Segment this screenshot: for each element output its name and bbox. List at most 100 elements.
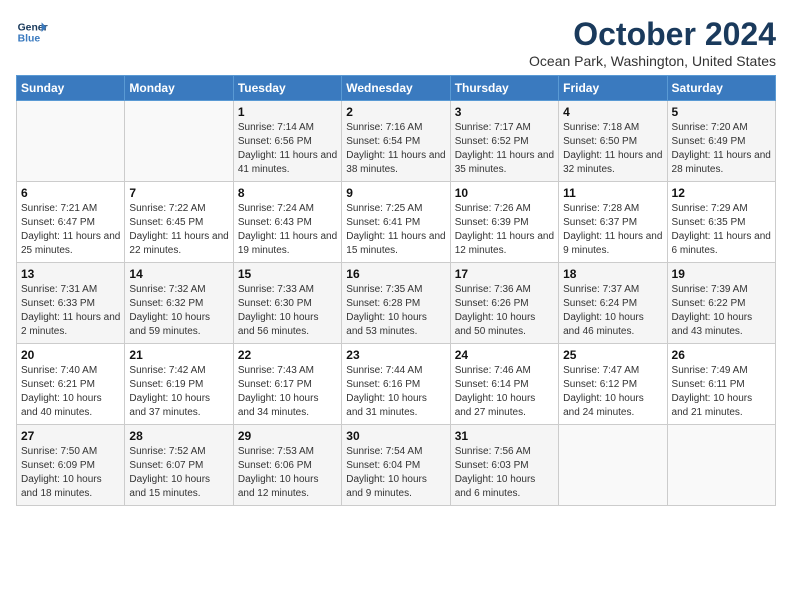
day-info: Sunrise: 7:21 AM Sunset: 6:47 PM Dayligh…: [21, 202, 120, 258]
weekday-header: Saturday: [667, 76, 775, 101]
calendar-cell: 22Sunrise: 7:43 AM Sunset: 6:17 PM Dayli…: [233, 344, 341, 425]
day-info: Sunrise: 7:20 AM Sunset: 6:49 PM Dayligh…: [672, 121, 771, 177]
logo-icon: General Blue: [16, 16, 48, 48]
day-info: Sunrise: 7:24 AM Sunset: 6:43 PM Dayligh…: [238, 202, 337, 258]
day-number: 30: [346, 429, 445, 443]
day-number: 25: [563, 348, 662, 362]
day-number: 24: [455, 348, 554, 362]
calendar-cell: 26Sunrise: 7:49 AM Sunset: 6:11 PM Dayli…: [667, 344, 775, 425]
day-number: 6: [21, 186, 120, 200]
weekday-header: Tuesday: [233, 76, 341, 101]
calendar-cell: 3 Sunrise: 7:17 AM Sunset: 6:52 PM Daylig…: [450, 101, 558, 182]
day-number: 23: [346, 348, 445, 362]
logo: General Blue: [16, 16, 48, 48]
calendar-cell: [559, 425, 667, 506]
day-number: 5: [672, 105, 771, 119]
day-number: 31: [455, 429, 554, 443]
day-info: Sunrise: 7:36 AM Sunset: 6:26 PM Dayligh…: [455, 283, 554, 339]
calendar-cell: 24 Sunrise: 7:46 AM Sunset: 6:14 PM Dayli…: [450, 344, 558, 425]
day-number: 9: [346, 186, 445, 200]
day-info: Sunrise: 7:16 AM Sunset: 6:54 PM Dayligh…: [346, 121, 445, 177]
day-info: Sunrise: 7:50 AM Sunset: 6:09 PM Dayligh…: [21, 445, 120, 501]
day-info: Sunrise: 7:44 AM Sunset: 6:16 PM Dayligh…: [346, 364, 445, 420]
weekday-header-row: SundayMondayTuesdayWednesdayThursdayFrid…: [17, 76, 776, 101]
calendar-table: SundayMondayTuesdayWednesdayThursdayFrid…: [16, 75, 776, 506]
calendar-cell: [125, 101, 233, 182]
day-info: Sunrise: 7:42 AM Sunset: 6:19 PM Dayligh…: [129, 364, 228, 420]
calendar-cell: 4 Sunrise: 7:18 AM Sunset: 6:50 PM Daylig…: [559, 101, 667, 182]
weekday-header: Wednesday: [342, 76, 450, 101]
svg-text:Blue: Blue: [18, 34, 41, 45]
calendar-week-row: 20 Sunrise: 7:40 AM Sunset: 6:21 PM Dayli…: [17, 344, 776, 425]
day-number: 21: [129, 348, 228, 362]
day-info: Sunrise: 7:40 AM Sunset: 6:21 PM Dayligh…: [21, 364, 120, 420]
day-number: 3: [455, 105, 554, 119]
page-header: General Blue October 2024 Ocean Park, Wa…: [16, 16, 776, 69]
day-number: 28: [129, 429, 228, 443]
day-info: Sunrise: 7:37 AM Sunset: 6:24 PM Dayligh…: [563, 283, 662, 339]
calendar-week-row: 13 Sunrise: 7:31 AM Sunset: 6:33 PM Dayli…: [17, 263, 776, 344]
location: Ocean Park, Washington, United States: [529, 53, 776, 69]
day-number: 27: [21, 429, 120, 443]
day-number: 17: [455, 267, 554, 281]
day-number: 29: [238, 429, 337, 443]
calendar-cell: 29 Sunrise: 7:53 AM Sunset: 6:06 PM Dayli…: [233, 425, 341, 506]
calendar-cell: 31 Sunrise: 7:56 AM Sunset: 6:03 PM Dayli…: [450, 425, 558, 506]
day-number: 8: [238, 186, 337, 200]
day-number: 4: [563, 105, 662, 119]
day-number: 7: [129, 186, 228, 200]
day-number: 10: [455, 186, 554, 200]
weekday-header: Friday: [559, 76, 667, 101]
calendar-cell: 28 Sunrise: 7:52 AM Sunset: 6:07 PM Dayli…: [125, 425, 233, 506]
day-number: 18: [563, 267, 662, 281]
day-info: Sunrise: 7:46 AM Sunset: 6:14 PM Dayligh…: [455, 364, 554, 420]
day-info: Sunrise: 7:26 AM Sunset: 6:39 PM Dayligh…: [455, 202, 554, 258]
day-number: 1: [238, 105, 337, 119]
day-number: 2: [346, 105, 445, 119]
calendar-cell: 25 Sunrise: 7:47 AM Sunset: 6:12 PM Dayli…: [559, 344, 667, 425]
calendar-cell: 20 Sunrise: 7:40 AM Sunset: 6:21 PM Dayli…: [17, 344, 125, 425]
day-info: Sunrise: 7:29 AM Sunset: 6:35 PM Dayligh…: [672, 202, 771, 258]
day-info: Sunrise: 7:54 AM Sunset: 6:04 PM Dayligh…: [346, 445, 445, 501]
calendar-week-row: 1 Sunrise: 7:14 AM Sunset: 6:56 PM Daylig…: [17, 101, 776, 182]
day-info: Sunrise: 7:35 AM Sunset: 6:28 PM Dayligh…: [346, 283, 445, 339]
calendar-week-row: 6 Sunrise: 7:21 AM Sunset: 6:47 PM Daylig…: [17, 182, 776, 263]
calendar-cell: 6 Sunrise: 7:21 AM Sunset: 6:47 PM Daylig…: [17, 182, 125, 263]
weekday-header: Sunday: [17, 76, 125, 101]
calendar-cell: 7 Sunrise: 7:22 AM Sunset: 6:45 PM Daylig…: [125, 182, 233, 263]
day-number: 16: [346, 267, 445, 281]
calendar-cell: 13 Sunrise: 7:31 AM Sunset: 6:33 PM Dayli…: [17, 263, 125, 344]
day-info: Sunrise: 7:28 AM Sunset: 6:37 PM Dayligh…: [563, 202, 662, 258]
day-info: Sunrise: 7:32 AM Sunset: 6:32 PM Dayligh…: [129, 283, 228, 339]
calendar-cell: 16 Sunrise: 7:35 AM Sunset: 6:28 PM Dayli…: [342, 263, 450, 344]
calendar-cell: 19 Sunrise: 7:39 AM Sunset: 6:22 PM Dayli…: [667, 263, 775, 344]
day-info: Sunrise: 7:53 AM Sunset: 6:06 PM Dayligh…: [238, 445, 337, 501]
calendar-cell: 11 Sunrise: 7:28 AM Sunset: 6:37 PM Dayli…: [559, 182, 667, 263]
day-info: Sunrise: 7:49 AM Sunset: 6:11 PM Dayligh…: [672, 364, 771, 420]
calendar-cell: 18 Sunrise: 7:37 AM Sunset: 6:24 PM Dayli…: [559, 263, 667, 344]
day-info: Sunrise: 7:17 AM Sunset: 6:52 PM Dayligh…: [455, 121, 554, 177]
day-info: Sunrise: 7:56 AM Sunset: 6:03 PM Dayligh…: [455, 445, 554, 501]
day-number: 20: [21, 348, 120, 362]
calendar-cell: 2 Sunrise: 7:16 AM Sunset: 6:54 PM Daylig…: [342, 101, 450, 182]
day-number: 12: [672, 186, 771, 200]
calendar-cell: 21 Sunrise: 7:42 AM Sunset: 6:19 PM Dayli…: [125, 344, 233, 425]
day-info: Sunrise: 7:52 AM Sunset: 6:07 PM Dayligh…: [129, 445, 228, 501]
calendar-cell: 12 Sunrise: 7:29 AM Sunset: 6:35 PM Dayli…: [667, 182, 775, 263]
calendar-cell: 30 Sunrise: 7:54 AM Sunset: 6:04 PM Dayli…: [342, 425, 450, 506]
day-number: 19: [672, 267, 771, 281]
day-number: 11: [563, 186, 662, 200]
day-info: Sunrise: 7:31 AM Sunset: 6:33 PM Dayligh…: [21, 283, 120, 339]
day-info: Sunrise: 7:47 AM Sunset: 6:12 PM Dayligh…: [563, 364, 662, 420]
day-info: Sunrise: 7:14 AM Sunset: 6:56 PM Dayligh…: [238, 121, 337, 177]
day-info: Sunrise: 7:22 AM Sunset: 6:45 PM Dayligh…: [129, 202, 228, 258]
day-info: Sunrise: 7:39 AM Sunset: 6:22 PM Dayligh…: [672, 283, 771, 339]
day-info: Sunrise: 7:18 AM Sunset: 6:50 PM Dayligh…: [563, 121, 662, 177]
title-block: October 2024 Ocean Park, Washington, Uni…: [529, 16, 776, 69]
calendar-cell: 27 Sunrise: 7:50 AM Sunset: 6:09 PM Dayli…: [17, 425, 125, 506]
day-number: 14: [129, 267, 228, 281]
day-number: 15: [238, 267, 337, 281]
calendar-cell: 5 Sunrise: 7:20 AM Sunset: 6:49 PM Daylig…: [667, 101, 775, 182]
day-number: 13: [21, 267, 120, 281]
day-info: Sunrise: 7:25 AM Sunset: 6:41 PM Dayligh…: [346, 202, 445, 258]
